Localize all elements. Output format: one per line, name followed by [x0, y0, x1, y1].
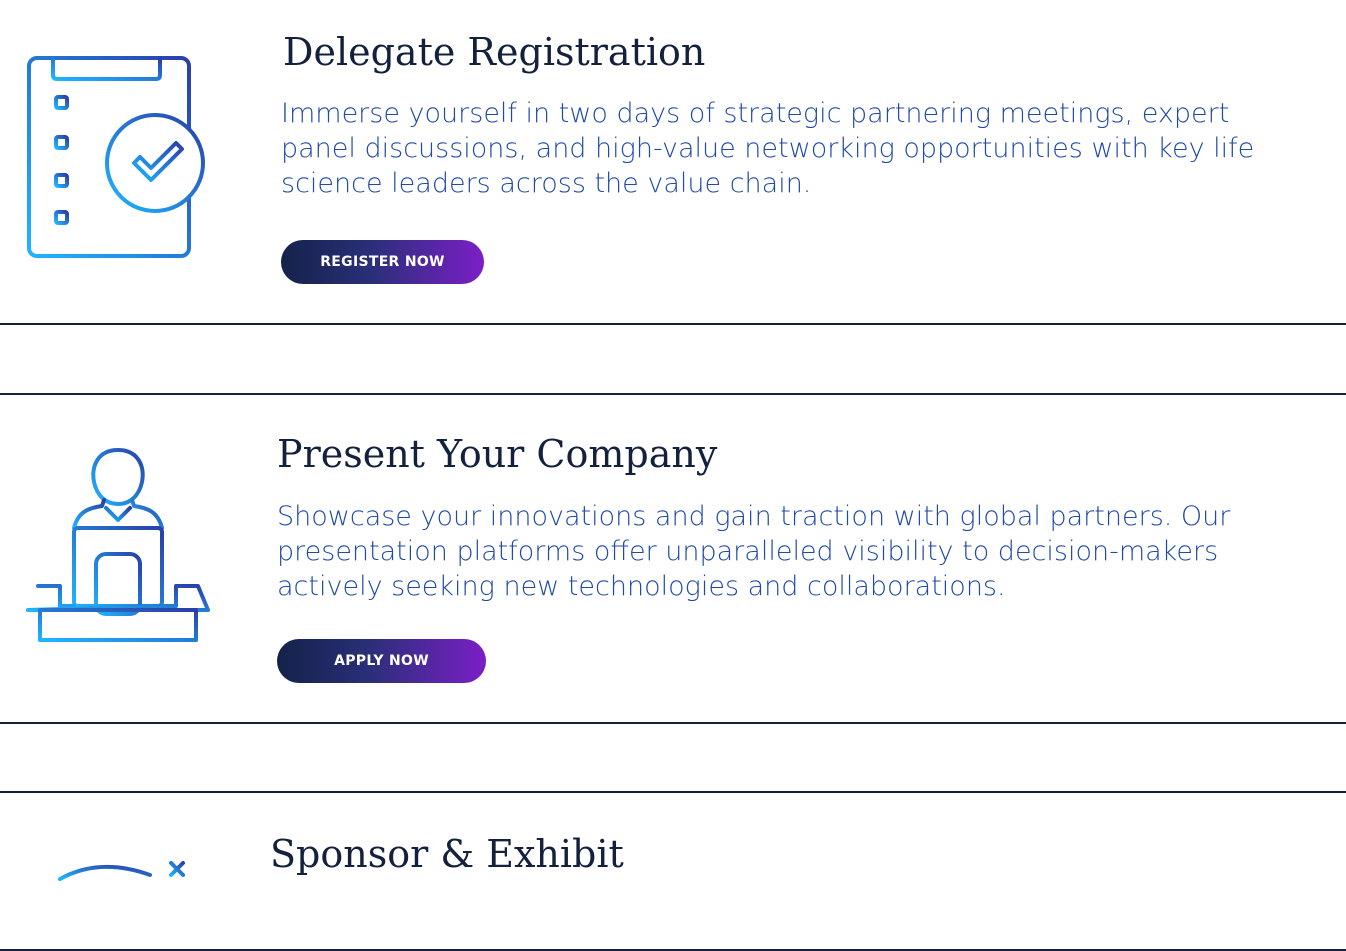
section-title: Sponsor & Exhibit: [270, 832, 624, 876]
section-title: Delegate Registration: [283, 30, 706, 74]
apply-now-button[interactable]: APPLY NOW: [277, 639, 486, 683]
sponsor-exhibit-card: [0, 791, 1346, 951]
section-description: Showcase your innovations and gain tract…: [277, 501, 1231, 602]
presenter-podium-icon: [26, 448, 210, 642]
section-description: Immerse yourself in two days of strategi…: [281, 98, 1255, 199]
register-now-button[interactable]: REGISTER NOW: [281, 240, 484, 284]
checklist-clipboard-icon: [27, 56, 235, 258]
sponsor-badge-icon: [58, 861, 185, 881]
section-title: Present Your Company: [277, 432, 718, 476]
